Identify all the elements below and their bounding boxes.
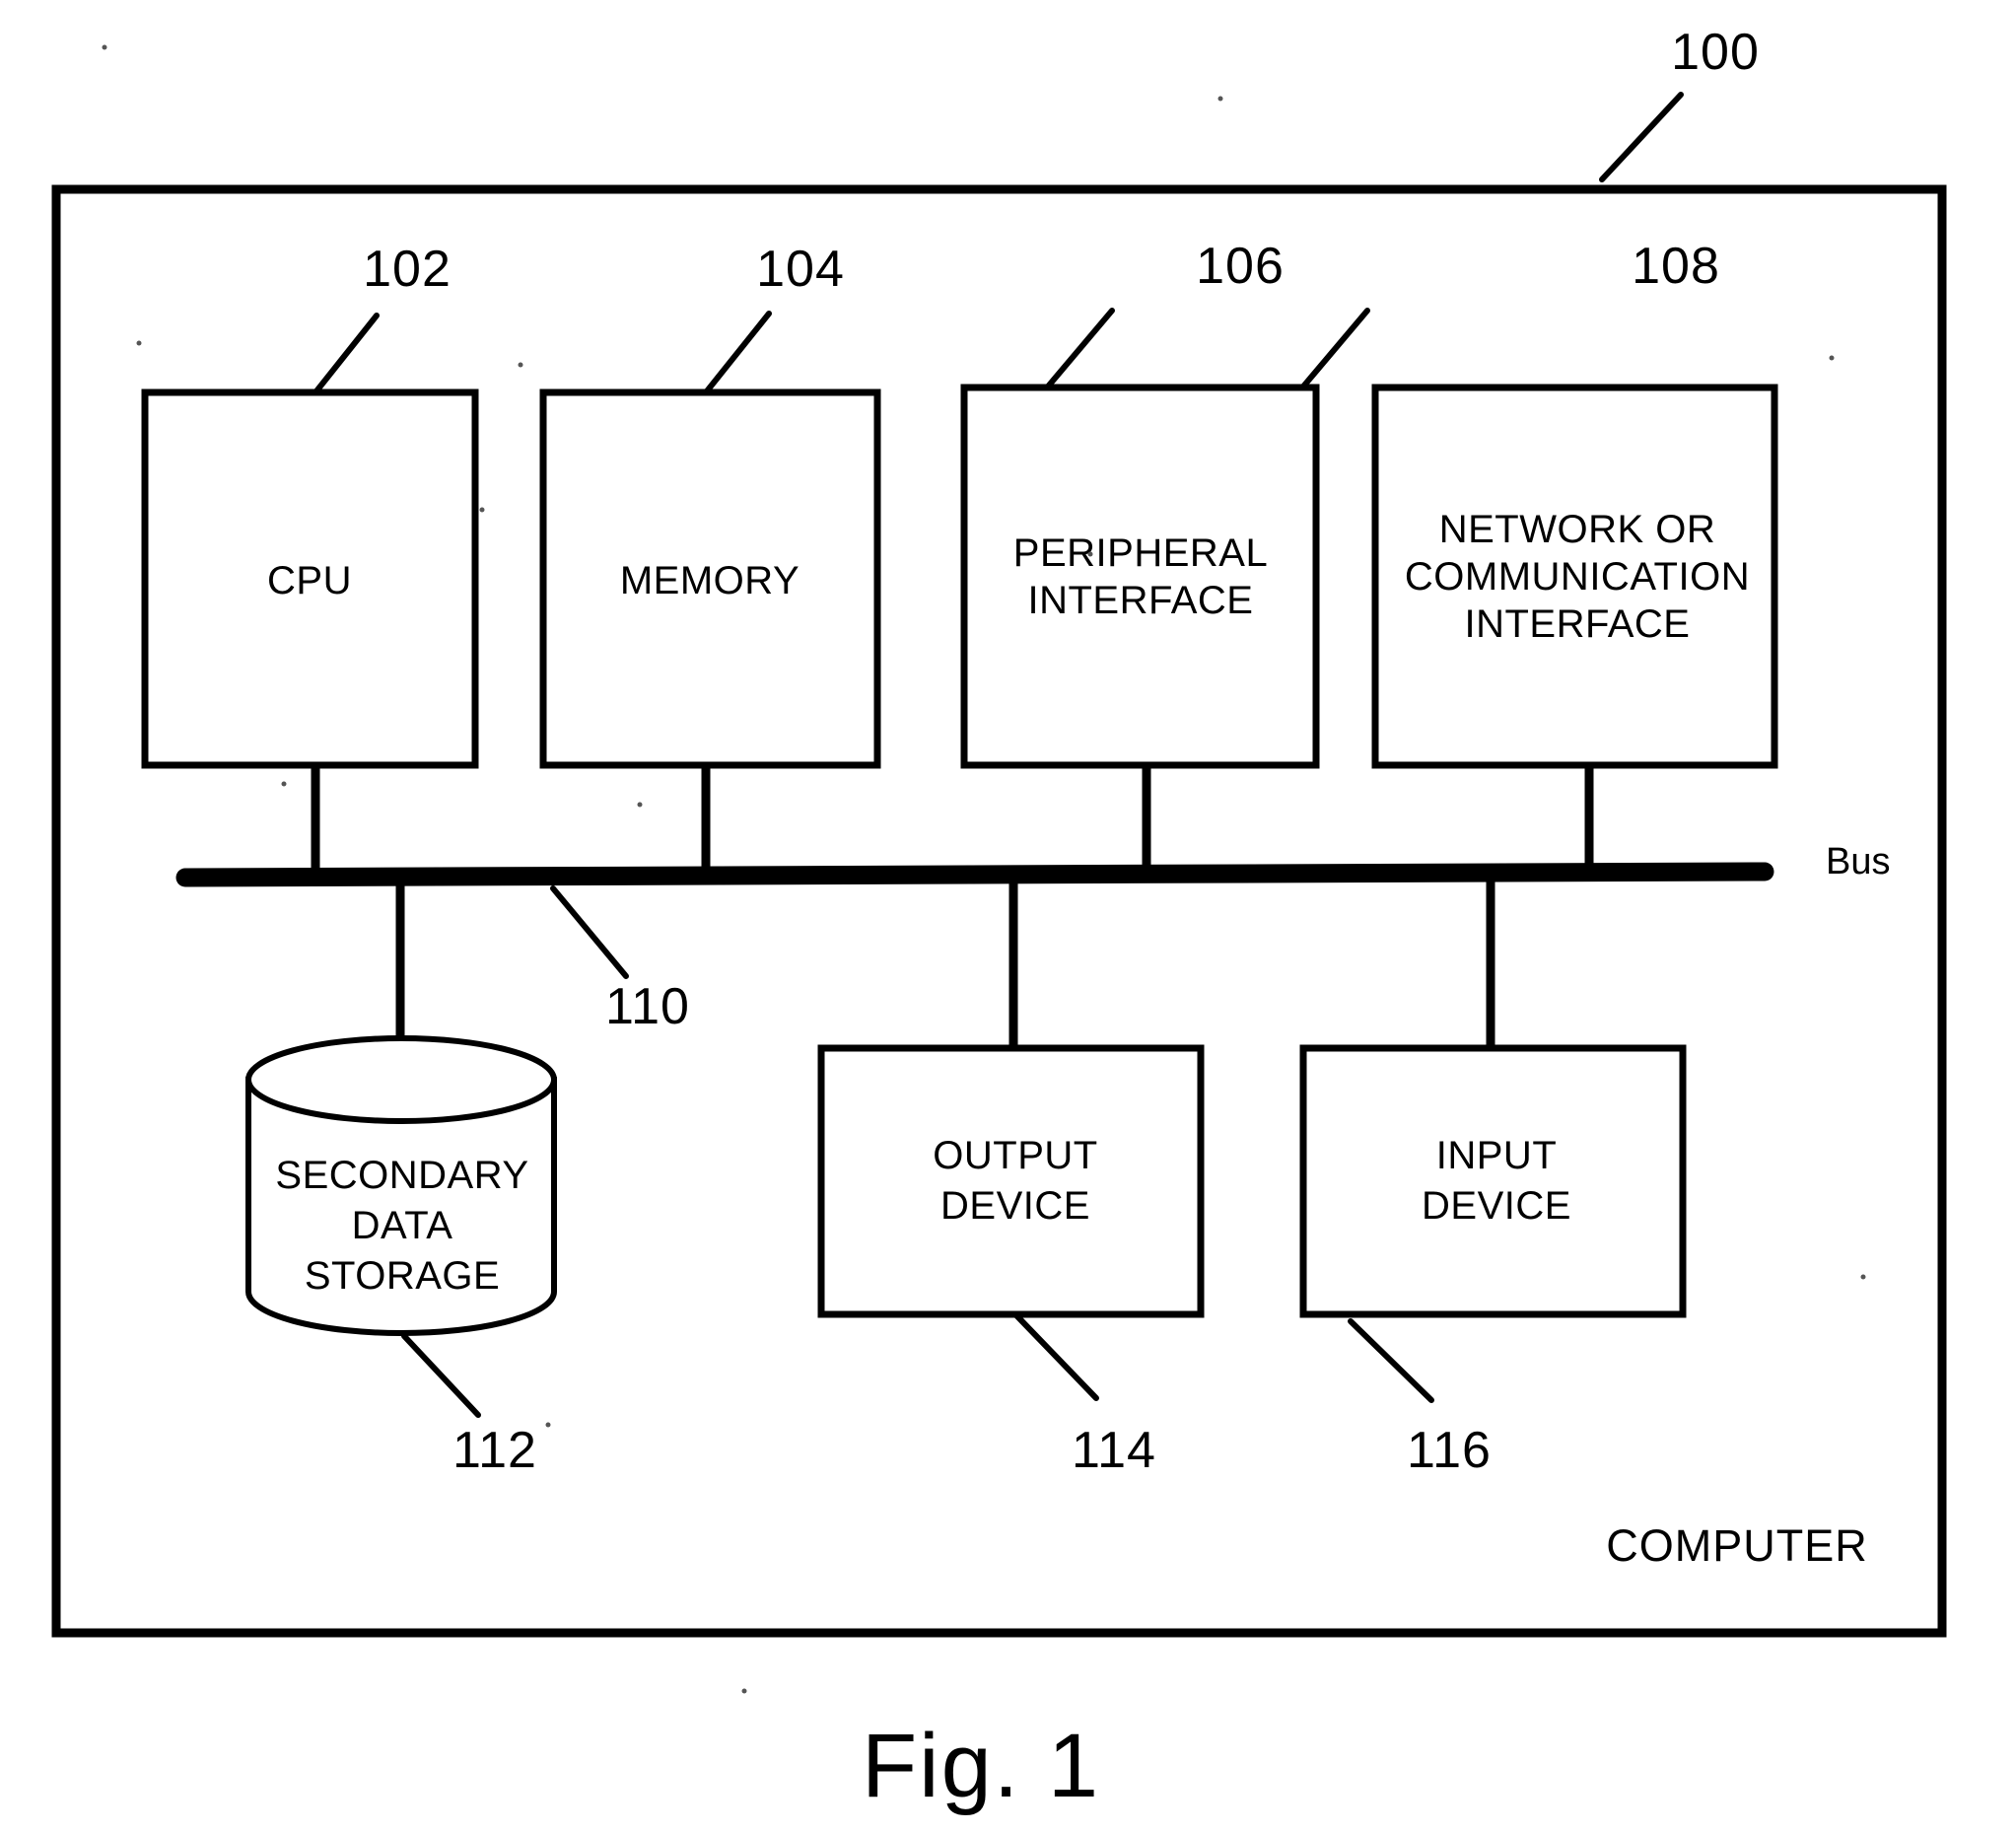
secondary-storage-label-line-3: STORAGE [305,1254,500,1298]
network-interface-label-line-3: INTERFACE [1465,602,1691,646]
bus-line [175,862,1774,887]
bus-label-text: Bus [1826,841,1890,882]
leader-line-102 [313,313,380,395]
ref-num-108: 108 [1632,238,1720,295]
leader-line-106 [1045,308,1115,389]
ref-num-102: 102 [363,241,452,298]
ref-num-100: 100 [1671,24,1760,81]
input-device-label-line-1: INPUT [1436,1134,1558,1177]
leader-line-112 [401,1333,481,1418]
secondary-storage-label-line-1: SECONDARY [275,1154,528,1197]
figure-caption: Fig. 1 [862,1716,1100,1816]
leader-line-100 [1599,92,1684,182]
ref-num-110: 110 [605,978,690,1035]
secondary-storage-label-line-2: DATA [352,1204,453,1247]
input-device-box [1299,1044,1687,1318]
memory-label: MEMORY [620,559,799,602]
input-device-label-line-2: DEVICE [1422,1184,1571,1228]
leader-line-108 [1300,308,1370,389]
ref-num-106: 106 [1196,238,1285,295]
patent-figure: 100 102 104 106 108 110 112 114 116 CPU … [0,0,2016,1833]
secondary-storage-cylinder-top [245,1035,557,1124]
network-interface-label-line-1: NETWORK OR [1439,508,1716,551]
ref-num-104: 104 [756,241,845,298]
network-interface-label-line-2: COMMUNICATION [1405,555,1750,599]
output-device-box [817,1044,1205,1318]
output-device-label-line-2: DEVICE [940,1184,1090,1228]
leader-line-114 [1012,1311,1099,1401]
peripheral-interface-label-line-2: INTERFACE [1028,579,1254,622]
cpu-label: CPU [267,559,352,602]
computer-block-diagram: 100 102 104 106 108 110 112 114 116 CPU … [51,24,1947,1816]
leader-line-116 [1348,1318,1434,1403]
computer-frame [51,184,1947,1638]
leader-line-104 [703,311,772,395]
ref-num-112: 112 [452,1422,537,1479]
ref-num-114: 114 [1072,1422,1156,1479]
computer-frame-label: COMPUTER [1606,1520,1868,1571]
peripheral-interface-label-line-1: PERIPHERAL [1013,531,1268,575]
peripheral-interface-box [960,384,1320,769]
ref-num-116: 116 [1407,1422,1492,1479]
output-device-label-line-1: OUTPUT [933,1134,1097,1177]
leader-line-110 [550,885,629,979]
